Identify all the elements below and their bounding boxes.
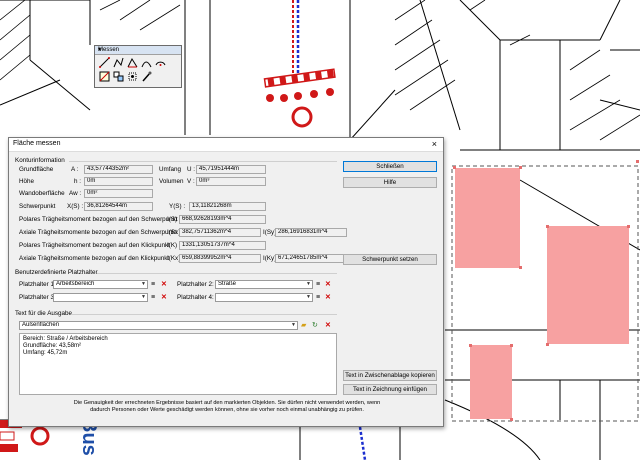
delete-icon[interactable]: ✕ xyxy=(325,321,331,330)
chevron-down-icon: ▼ xyxy=(306,294,311,300)
schwerpunkt-setzen-button[interactable]: Schwerpunkt setzen xyxy=(343,254,437,265)
hilfe-button[interactable]: Hilfe xyxy=(343,177,437,188)
polar-klickpunkt-label: Polares Trägheitsmoment bezogen auf den … xyxy=(19,242,170,249)
chevron-down-icon: ▼ xyxy=(141,281,146,287)
grundflaeche-label: Grundfläche xyxy=(19,166,54,173)
kontur-group-title: Konturinformation xyxy=(15,157,65,164)
iky-field[interactable]: 671,24651785m^4 xyxy=(275,254,347,263)
measure-surface-icon[interactable] xyxy=(98,70,110,82)
divider xyxy=(69,161,337,162)
schliessen-button[interactable]: Schließen xyxy=(343,161,437,172)
platzhalter1-value: Arbeitsbereich xyxy=(56,281,95,287)
chevron-down-icon: ▼ xyxy=(141,294,146,300)
messen-toolbar-window[interactable]: Messen ▾ × xyxy=(94,45,182,88)
copy-clipboard-button[interactable]: Text in Zwischenablage kopieren xyxy=(343,370,437,381)
platzhalter-group-title: Benutzerdefinierte Platzhalter xyxy=(15,269,98,276)
platzhalter4-select[interactable]: ▼ xyxy=(215,293,313,302)
ausgabe-text-area[interactable]: Bereich: Straße / Arbeitsbereich Grundfl… xyxy=(19,333,337,395)
axial-klickpunkt-label: Axiale Trägheitsmomente bezogen auf den … xyxy=(19,255,170,262)
platzhalter1-select[interactable]: Arbeitsbereich ▼ xyxy=(53,280,148,289)
output-line: Bereich: Straße / Arbeitsbereich xyxy=(23,336,108,342)
delete-icon[interactable]: ✕ xyxy=(161,293,167,302)
volumen-field[interactable]: 0m³ xyxy=(196,177,266,186)
umfang-field[interactable]: 45,71951444m xyxy=(196,165,266,174)
delete-icon[interactable]: ✕ xyxy=(325,280,331,289)
measure-polyline-icon[interactable] xyxy=(112,56,124,68)
close-icon[interactable]: × xyxy=(432,139,437,149)
volumen-label: Volumen xyxy=(159,178,184,185)
disclaimer-text: Die Genauigkeit der errechneten Ergebnis… xyxy=(21,400,433,414)
platzhalter3-label: Platzhalter 3: xyxy=(19,294,56,301)
wandoberflaeche-field[interactable]: 0m² xyxy=(84,189,153,198)
u-label: U : xyxy=(187,166,196,173)
ys-label: Y(S) : xyxy=(169,203,186,210)
output-line: Umfang: 45,72m xyxy=(23,350,68,356)
pick-icon[interactable] xyxy=(140,70,152,82)
chevron-down-icon: ▼ xyxy=(306,281,311,287)
folder-icon[interactable]: ▰ xyxy=(301,321,306,330)
equals-icon[interactable]: ≡ xyxy=(316,293,320,302)
flaeche-messen-dialog[interactable]: Fläche messen × Konturinformation Grundf… xyxy=(8,137,444,427)
hoehe-field[interactable]: 0m xyxy=(84,177,153,186)
delete-icon[interactable]: ✕ xyxy=(161,280,167,289)
schwerpunkt-y-field[interactable]: 13,11821268m xyxy=(189,202,266,211)
dialog-titlebar[interactable]: Fläche messen × xyxy=(9,138,443,152)
umfang-label: Umfang xyxy=(159,166,182,173)
close-icon[interactable]: × xyxy=(98,46,178,55)
dialog-title: Fläche messen xyxy=(13,140,61,147)
grundflaeche-field[interactable]: 43,57744352m² xyxy=(84,165,153,174)
xs-label: X(S) : xyxy=(67,203,84,210)
platzhalter2-value: Straße xyxy=(218,281,237,287)
is-field[interactable]: 668,92628193m^4 xyxy=(179,215,266,224)
divider xyxy=(71,314,337,315)
ikx-field[interactable]: 659,88399952m^4 xyxy=(179,254,261,263)
insert-drawing-button[interactable]: Text in Zeichnung einfügen xyxy=(343,384,437,395)
ausgabe-select[interactable]: Außenflächen ▼ xyxy=(19,321,298,330)
platzhalter1-label: Platzhalter 1: xyxy=(19,281,56,288)
divider xyxy=(97,273,337,274)
measure-circle-icon[interactable] xyxy=(154,56,166,68)
h-label: h : xyxy=(74,178,82,185)
platzhalter2-select[interactable]: Straße ▼ xyxy=(215,280,313,289)
schwerpunkt-x-field[interactable]: 36,81264544m xyxy=(84,202,153,211)
axial-schwerpunkt-label: Axiale Trägheitsmomente bezogen auf den … xyxy=(19,229,177,236)
measure-area-icon[interactable] xyxy=(126,56,138,68)
wandoberflaeche-label: Wandoberfläche xyxy=(19,190,65,197)
isy-field[interactable]: 286,16916831m^4 xyxy=(275,228,347,237)
refresh-icon[interactable]: ↻ xyxy=(312,321,318,330)
equals-icon[interactable]: ≡ xyxy=(151,293,155,302)
measure-distance-icon[interactable] xyxy=(98,56,110,68)
equals-icon[interactable]: ≡ xyxy=(151,280,155,289)
ik-field[interactable]: 1331,13051737m^4 xyxy=(179,241,266,250)
measure-object-icon[interactable] xyxy=(112,70,124,82)
ausgabe-group-title: Text für die Ausgabe xyxy=(15,310,73,317)
platzhalter3-select[interactable]: ▼ xyxy=(53,293,148,302)
messen-toolbar-titlebar[interactable]: Messen ▾ × xyxy=(95,46,181,55)
platzhalter2-label: Platzhalter 2: xyxy=(177,281,214,288)
disclaimer-line: Die Genauigkeit der errechneten Ergebnis… xyxy=(73,400,381,406)
ausgabe-select-value: Außenflächen xyxy=(22,322,60,328)
aw-label: Aw : xyxy=(69,190,82,197)
chevron-down-icon: ▼ xyxy=(291,322,296,328)
a-label: A : xyxy=(71,166,79,173)
polar-schwerpunkt-label: Polares Trägheitsmoment bezogen auf den … xyxy=(19,216,178,223)
isx-field[interactable]: 382,75711362m^4 xyxy=(179,228,261,237)
measure-arc-icon[interactable] xyxy=(140,56,152,68)
output-line: Grundfläche: 43,58m² xyxy=(23,343,82,349)
disclaimer-line: dadurch Personen oder Werte geschädigt w… xyxy=(90,407,364,413)
equals-icon[interactable]: ≡ xyxy=(316,280,320,289)
v-label: V : xyxy=(187,178,195,185)
delete-icon[interactable]: ✕ xyxy=(325,293,331,302)
measure-angle-icon[interactable] xyxy=(126,70,138,82)
hoehe-label: Höhe xyxy=(19,178,35,185)
platzhalter4-label: Platzhalter 4: xyxy=(177,294,214,301)
schwerpunkt-label: Schwerpunkt xyxy=(19,203,56,210)
